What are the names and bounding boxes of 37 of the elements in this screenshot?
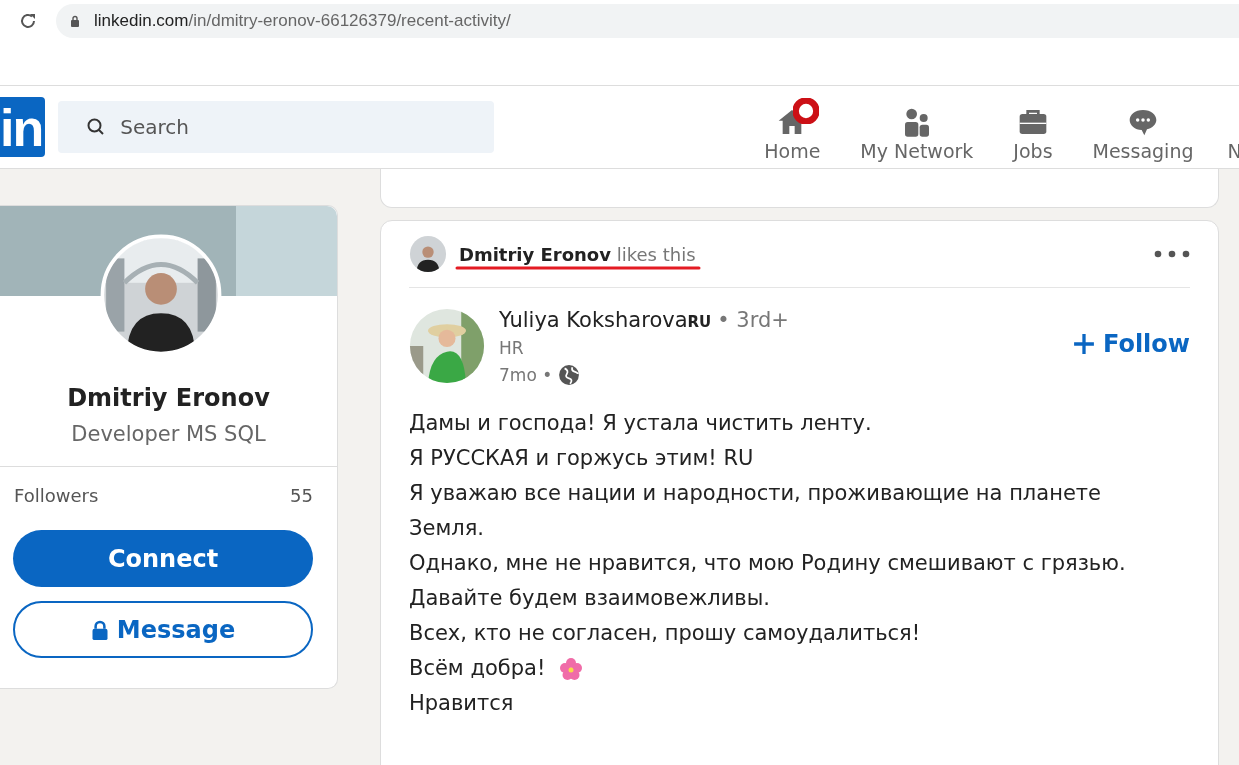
post-text: Я уважаю все нации и народности, проживающие на планете Земля. xyxy=(409,480,1102,542)
post-text: Давайте будем взаимовежливы. xyxy=(409,585,770,612)
nav-item[interactable]: Messaging xyxy=(1072,94,1214,168)
search-field[interactable]: Search xyxy=(58,101,495,153)
post-text: Я РУССКАЯ и горжусь этим! RU xyxy=(409,445,754,472)
connection-degree: • 3rd+ xyxy=(717,308,789,332)
post-text: Однако, мне не нравится, что мою Родину смешивают с грязью. xyxy=(409,550,1126,577)
follow-button[interactable]: Follow xyxy=(1072,330,1190,358)
message-button[interactable]: Message xyxy=(13,601,313,658)
profile-name[interactable]: Dmitriy Eronov xyxy=(0,384,337,412)
lock-icon xyxy=(70,15,80,27)
post-text: Дамы и господа! Я устала чистить ленту. xyxy=(409,410,872,437)
followers-label: Followers xyxy=(14,485,99,506)
post-text: Нравится xyxy=(409,690,514,717)
nav-item[interactable]: My Network xyxy=(840,94,994,168)
post-time: 7mo • xyxy=(499,365,553,385)
url-text: linkedin.com/in/dmitry-eronov-66126379/recent-activity/ xyxy=(94,11,511,31)
nav-item[interactable]: Jobs xyxy=(993,94,1073,168)
flower-icon xyxy=(559,656,584,681)
nav-item[interactable]: N xyxy=(1213,94,1239,168)
post-text: Всём добра! xyxy=(409,655,546,682)
plus-icon xyxy=(1072,333,1095,355)
post-text: Всех, кто не согласен, прошу самоудалиться! xyxy=(409,620,921,647)
address-bar[interactable]: linkedin.com/in/dmitry-eronov-66126379/recent-activity/ xyxy=(56,4,1239,38)
profile-headline: Developer MS SQL xyxy=(70,422,267,446)
lock-icon xyxy=(90,619,109,640)
globe-icon xyxy=(558,364,581,386)
connect-button[interactable]: Connect xyxy=(13,530,313,587)
activity-text: Dmitriy Eronov likes this xyxy=(459,243,696,265)
followers-count: 55 xyxy=(290,485,313,506)
nav-item[interactable]: Home xyxy=(744,94,841,168)
country-code: RU xyxy=(687,313,712,331)
linkedin-logo[interactable]: in xyxy=(0,97,46,157)
more-options-icon[interactable] xyxy=(1154,250,1190,258)
author-name[interactable]: Yuliya Koksharova xyxy=(499,308,688,332)
author-title: HR xyxy=(499,338,525,358)
reload-icon[interactable] xyxy=(18,11,38,31)
